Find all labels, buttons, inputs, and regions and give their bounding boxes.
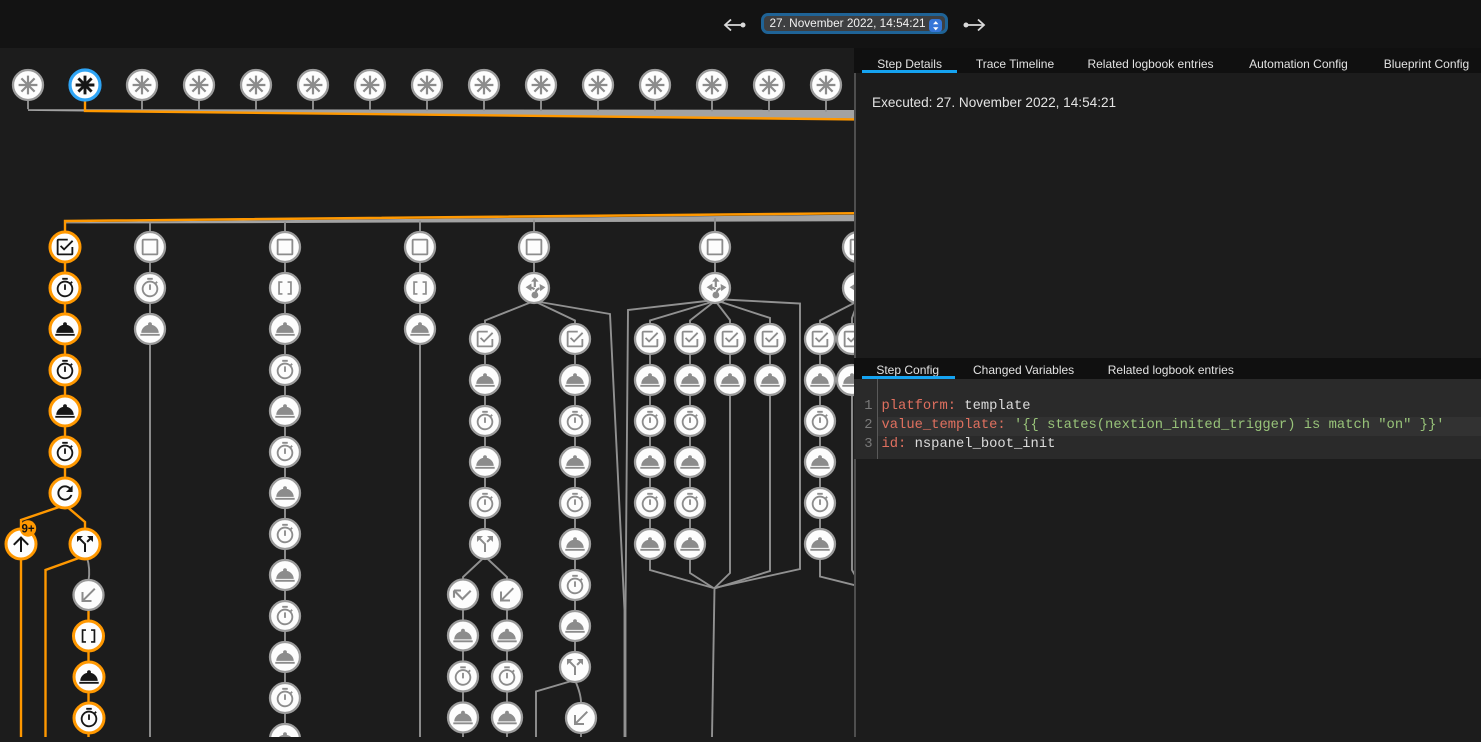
svg-text:9+: 9+ xyxy=(21,524,34,536)
